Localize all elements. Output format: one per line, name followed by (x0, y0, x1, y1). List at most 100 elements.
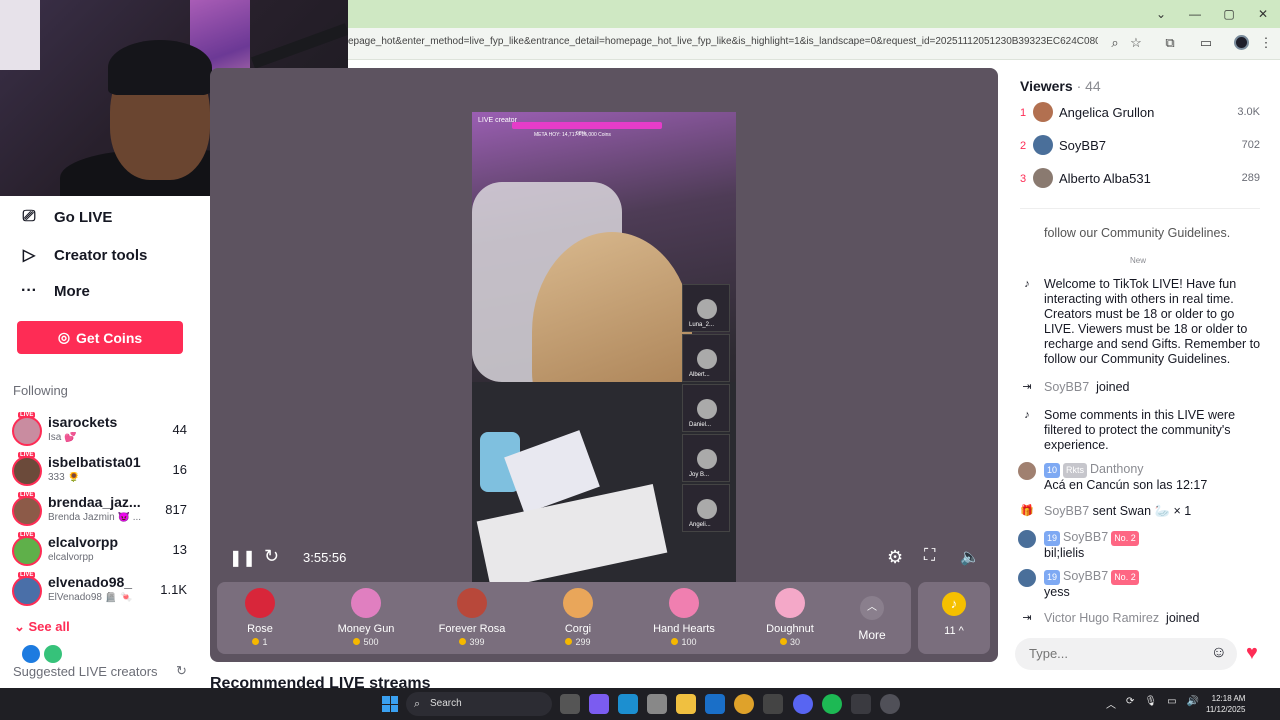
power-badge-icon (44, 645, 62, 663)
sync-icon[interactable]: ⟳ (1126, 696, 1134, 711)
discord-icon[interactable] (793, 694, 813, 714)
bookmark-star-icon[interactable]: ☆ (1126, 34, 1146, 52)
top-viewer[interactable]: 2 SoyBB7 702 (1020, 135, 1260, 159)
volume-icon[interactable]: 🔈 (960, 547, 980, 567)
xbox-icon[interactable] (851, 694, 871, 714)
avatar (1018, 530, 1036, 548)
goal-progress-bar: 98% (512, 122, 662, 137)
cast-icon[interactable]: ▭ (1196, 34, 1216, 52)
more-gifts-button[interactable]: ︿ More (856, 596, 888, 642)
gift-money-gun[interactable]: Money Gun 500 (321, 588, 411, 647)
maximize-icon[interactable]: ▢ (1212, 0, 1246, 28)
join-icon: ⇥ (1022, 381, 1032, 393)
close-icon[interactable]: ✕ (1246, 0, 1280, 28)
live-duration: 3:55:56 (303, 550, 347, 565)
app-icon[interactable] (763, 694, 783, 714)
taskbar-clock[interactable]: 12:18 AM 11/12/2025 (1206, 693, 1245, 715)
heart-icon[interactable]: ♥ (1246, 642, 1258, 665)
gift-doughnut[interactable]: Doughnut 30 (745, 588, 835, 647)
refresh-icon[interactable]: ↻ (176, 663, 187, 679)
copilot-icon[interactable] (589, 694, 609, 714)
gift-rose[interactable]: Rose 1 (215, 588, 305, 647)
avatar (1018, 462, 1036, 480)
avatar (697, 299, 717, 319)
chevron-up-icon[interactable]: ︿ (1106, 696, 1116, 711)
minimize-icon[interactable]: — (1178, 0, 1212, 28)
avatar (697, 499, 717, 519)
window-controls: ⌄ — ▢ ✕ (1144, 0, 1280, 28)
edge-icon[interactable] (618, 694, 638, 714)
outlook-icon[interactable] (705, 694, 725, 714)
avatar (1033, 102, 1053, 122)
menu-dots-icon[interactable]: ⋮ (1256, 34, 1276, 52)
gift-forever-rosa[interactable]: Forever Rosa 399 (427, 588, 517, 647)
system-tray: ︿ ⟳ 🎙 ▭ 🔊 (1106, 696, 1199, 711)
windows-start-icon[interactable] (382, 696, 398, 712)
top-viewer[interactable]: 1 Angelica Grullon 3.0K (1020, 102, 1260, 126)
coin-balance-button[interactable]: ♪ 11 ^ (918, 582, 990, 654)
chat-input-box[interactable]: ☺ (1015, 638, 1237, 670)
profile-avatar[interactable] (1234, 35, 1249, 50)
money-gun-icon (351, 588, 381, 618)
file-explorer-icon[interactable] (676, 694, 696, 714)
tiktok-logo-icon: ♪ (1024, 278, 1030, 290)
creator-tools-icon: ▷ (22, 247, 36, 264)
chat-message: follow our Community Guidelines. (1044, 226, 1231, 240)
pause-icon[interactable]: ❚❚ (229, 548, 256, 568)
search-icon: ⌕ (414, 698, 421, 710)
store-icon[interactable] (647, 694, 667, 714)
get-coins-button[interactable]: ◎ Get Coins (17, 321, 183, 354)
guest-tile[interactable]: Angeli... (682, 484, 730, 532)
chat-message: 19 SoyBB7 No. 2 bil;lielis (1018, 530, 1266, 561)
following-heading: Following (13, 383, 68, 398)
reload-icon[interactable]: ↻ (264, 546, 279, 567)
nav-creator-tools[interactable]: ▷ Creator tools (20, 245, 148, 265)
chrome-icon[interactable] (734, 694, 754, 714)
chevron-down-icon[interactable]: ⌄ (1144, 0, 1178, 28)
following-item[interactable]: LIVE elvenado98_ ElVenado98 🪦 🍬 1.1K (12, 572, 190, 610)
see-all-link[interactable]: ⌄ See all (14, 619, 70, 635)
avatar (697, 449, 717, 469)
doughnut-icon (775, 588, 805, 618)
extensions-icon[interactable]: ⧉ (1160, 34, 1180, 52)
gift-hand-hearts[interactable]: Hand Hearts 100 (639, 588, 729, 647)
top-viewer[interactable]: 3 Alberto Alba531 289 (1020, 168, 1260, 192)
avatar (12, 576, 42, 606)
status-badges (22, 645, 62, 663)
join-icon: ⇥ (1022, 612, 1032, 624)
hand-hearts-icon (669, 588, 699, 618)
task-view-icon[interactable] (560, 694, 580, 714)
settings-icon[interactable] (880, 694, 900, 714)
avatar (12, 496, 42, 526)
network-icon[interactable]: ▭ (1167, 696, 1176, 711)
chat-system-message: ♪ Some comments in this LIVE were filter… (1018, 408, 1266, 453)
following-item[interactable]: LIVE isbelbatista01 333 🌻 16 (12, 452, 190, 490)
guest-tile[interactable]: Albert... (682, 334, 730, 382)
following-item[interactable]: LIVE elcalvorpp elcalvorpp 13 (12, 532, 190, 570)
mic-icon[interactable]: 🎙 (1144, 696, 1157, 711)
new-messages-marker: New (1130, 256, 1147, 265)
forever-rosa-icon (457, 588, 487, 618)
following-item[interactable]: LIVE brendaa_jaz... Brenda Jazmin 😈 ... … (12, 492, 190, 530)
nav-go-live[interactable]: ⎚ Go LIVE (20, 208, 113, 226)
fullscreen-icon[interactable]: ⛶ (924, 547, 935, 565)
zoom-icon[interactable]: ⌕ (1105, 34, 1125, 52)
speaker-icon[interactable]: 🔊 (1187, 696, 1199, 711)
live-video[interactable]: LIVE creator 98% META HOY: 14,717 / 15,0… (472, 112, 736, 582)
spotify-icon[interactable] (822, 694, 842, 714)
chat-gift-message: 🎁 SoyBB7 sent Swan 🦢 × 1 (1018, 504, 1266, 519)
chat-input[interactable] (1029, 646, 1179, 661)
guest-tile[interactable]: Daniel... (682, 384, 730, 432)
emoji-icon[interactable]: ☺ (1211, 644, 1227, 662)
guest-tile[interactable]: Joy B... (682, 434, 730, 482)
taskbar-search[interactable]: ⌕ Search (406, 692, 552, 716)
sidebar: ⎚ Go LIVE ▷ Creator tools ··· More ◎ Get… (0, 196, 210, 688)
url-field[interactable]: epage_hot&enter_method=live_fyp_like&ent… (348, 36, 1098, 47)
settings-gear-icon[interactable]: ⚙ (887, 547, 903, 568)
nav-more[interactable]: ··· More (20, 282, 90, 300)
gift-corgi[interactable]: Corgi 299 (533, 588, 623, 647)
chat-message: 10 Rkts Danthony Acá en Cancún son las 12:… (1018, 462, 1266, 493)
guest-tile[interactable]: Luna_2... (682, 284, 730, 332)
avatar (697, 349, 717, 369)
following-item[interactable]: LIVE isarockets Isa 💕 44 (12, 412, 190, 450)
